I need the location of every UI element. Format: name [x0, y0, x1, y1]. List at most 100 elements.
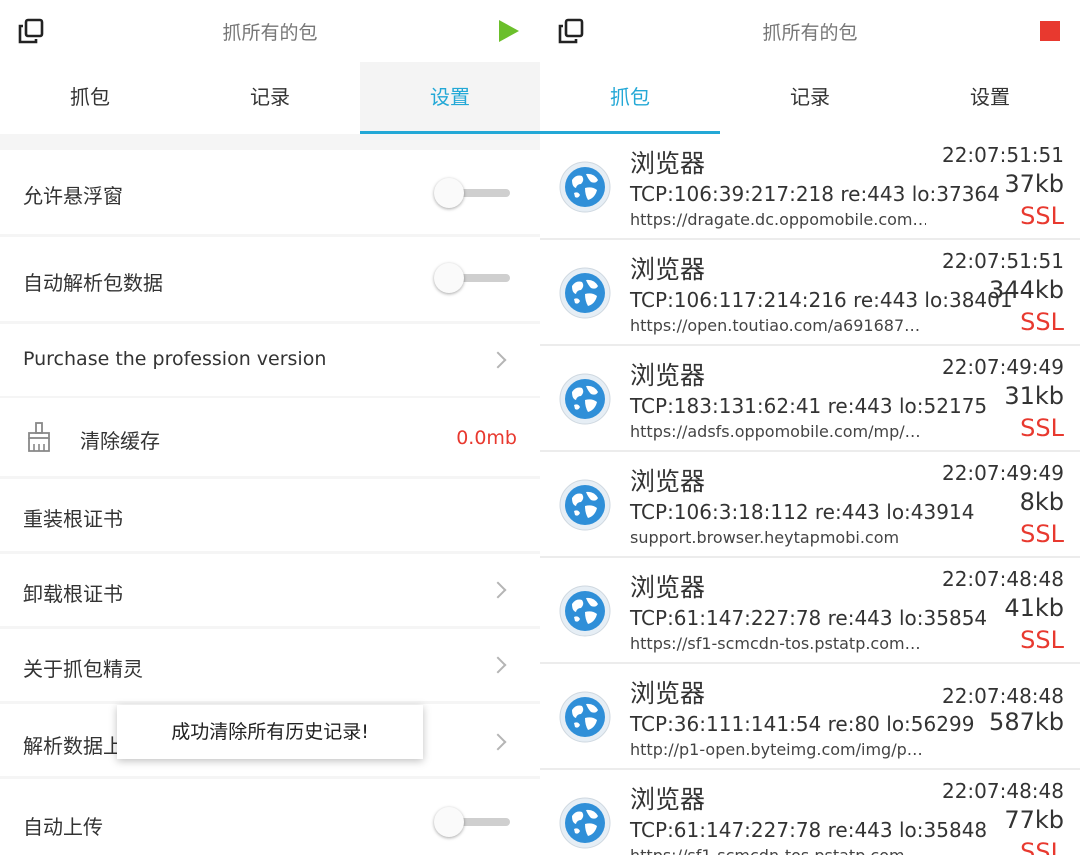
setting-purchase[interactable]: Purchase the profession version	[0, 324, 540, 396]
browser-globe-icon	[559, 585, 611, 637]
packet-time: 22:07:51:51	[941, 143, 1064, 167]
packet-connection: TCP:61:147:227:78 re:443 lo:35848	[630, 818, 988, 842]
packet-item[interactable]: 浏览器 TCP:61:147:227:78 re:443 lo:35848 http…	[540, 770, 1080, 855]
packet-url: https://adsfs.oppomobile.com/mp/…	[630, 422, 921, 441]
browser-globe-icon	[559, 373, 611, 425]
packet-protocol: SSL	[1020, 308, 1064, 336]
packet-size: 41kb	[1004, 594, 1064, 622]
tab-settings[interactable]: 设置	[900, 62, 1080, 134]
packet-size: 587kb	[989, 708, 1064, 736]
packet-size: 8kb	[1019, 488, 1064, 516]
capture-panel: 抓所有的包 抓包 记录 设置 浏览器 TCP:106:39:217:218 re:…	[540, 0, 1080, 855]
packet-url: https://sf1-scmcdn-tos.pstatp.com	[630, 846, 926, 855]
browser-globe-icon	[559, 797, 611, 849]
packet-url: https://sf1-scmcdn-tos.pstatp.com…	[630, 634, 921, 653]
packet-connection: TCP:36:111:141:54 re:80 lo:56299	[630, 712, 975, 736]
cache-size: 0.0mb	[456, 427, 517, 449]
top-bar: 抓所有的包	[540, 0, 1080, 62]
chevron-right-icon	[489, 656, 507, 674]
packet-time: 22:07:48:48	[941, 779, 1064, 803]
chevron-right-icon	[489, 581, 507, 599]
float-window-toggle[interactable]	[434, 178, 510, 208]
setting-label: Purchase the profession version	[23, 348, 327, 370]
packet-size: 37kb	[1004, 170, 1064, 198]
tab-records[interactable]: 记录	[720, 62, 900, 134]
tab-records[interactable]: 记录	[180, 62, 360, 134]
tab-settings[interactable]: 设置	[360, 62, 540, 134]
packet-item[interactable]: 浏览器 TCP:183:131:62:41 re:443 lo:52175 http…	[540, 346, 1080, 452]
toggle-knob	[434, 263, 464, 293]
setting-label: 卸载根证书	[23, 582, 123, 606]
packet-app-name: 浏览器	[630, 467, 706, 496]
tab-bar: 抓包 记录 设置	[0, 62, 540, 134]
setting-label: 关于抓包精灵	[23, 657, 143, 681]
packet-connection: TCP:183:131:62:41 re:443 lo:52175	[630, 394, 988, 418]
packet-time: 22:07:51:51	[941, 249, 1064, 273]
tab-capture[interactable]: 抓包	[540, 62, 720, 134]
setting-clear-cache[interactable]: 清除缓存 0.0mb	[0, 398, 540, 476]
packet-protocol: SSL	[1020, 520, 1064, 548]
toggle-knob	[434, 807, 464, 837]
packet-item[interactable]: 浏览器 TCP:106:3:18:112 re:443 lo:43914 suppo…	[540, 452, 1080, 558]
packet-item[interactable]: 浏览器 TCP:61:147:227:78 re:443 lo:35854 http…	[540, 558, 1080, 664]
browser-globe-icon	[559, 161, 611, 213]
packet-item[interactable]: 浏览器 TCP:36:111:141:54 re:80 lo:56299 http:…	[540, 664, 1080, 770]
toggle-knob	[434, 178, 464, 208]
packet-size: 77kb	[1004, 806, 1064, 834]
setting-uninstall-cert[interactable]: 卸载根证书	[0, 554, 540, 626]
packet-url: https://dragate.dc.oppomobile.com…	[630, 210, 926, 229]
packet-time: 22:07:48:48	[941, 567, 1064, 591]
chevron-right-icon	[489, 351, 507, 369]
setting-label: 自动上传	[23, 815, 103, 839]
packet-time: 22:07:49:49	[941, 355, 1064, 379]
packet-protocol: SSL	[1020, 838, 1064, 855]
packet-time: 22:07:48:48	[941, 684, 1064, 708]
stop-capture-icon[interactable]	[1040, 21, 1060, 41]
setting-label: 允许悬浮窗	[23, 184, 123, 208]
packet-connection: TCP:61:147:227:78 re:443 lo:35854	[630, 606, 988, 630]
toast-message: 成功清除所有历史记录!	[117, 705, 423, 759]
browser-globe-icon	[559, 267, 611, 319]
tab-capture[interactable]: 抓包	[0, 62, 180, 134]
packet-app-name: 浏览器	[630, 149, 706, 178]
app-title: 抓所有的包	[762, 22, 858, 44]
packet-app-name: 浏览器	[630, 785, 706, 814]
chevron-right-icon	[489, 733, 507, 751]
setting-label: 解析数据上	[23, 734, 123, 758]
packet-app-name: 浏览器	[630, 679, 706, 708]
packet-item[interactable]: 浏览器 TCP:106:39:217:218 re:443 lo:37364 htt…	[540, 134, 1080, 240]
auto-parse-toggle[interactable]	[434, 263, 510, 293]
packet-time: 22:07:49:49	[941, 461, 1064, 485]
packet-protocol: SSL	[1020, 414, 1064, 442]
packet-app-name: 浏览器	[630, 255, 706, 284]
auto-upload-toggle[interactable]	[434, 807, 510, 837]
packet-size: 344kb	[989, 276, 1064, 304]
app-title: 抓所有的包	[222, 22, 318, 44]
packet-protocol: SSL	[1020, 202, 1064, 230]
browser-globe-icon	[559, 691, 611, 743]
setting-label: 自动解析包数据	[23, 271, 163, 295]
packet-url: support.browser.heytapmobi.com	[630, 528, 900, 547]
setting-float-window[interactable]: 允许悬浮窗	[0, 150, 540, 234]
packet-connection: TCP:106:39:217:218 re:443 lo:37364	[630, 182, 1000, 206]
broom-icon	[28, 422, 50, 452]
settings-panel: 抓所有的包 抓包 记录 设置 允许悬浮窗 自动解析包数据 Purchase th…	[0, 0, 540, 855]
packet-app-name: 浏览器	[630, 361, 706, 390]
packet-item[interactable]: 浏览器 TCP:106:117:214:216 re:443 lo:38401 ht…	[540, 240, 1080, 346]
tab-bar: 抓包 记录 设置	[540, 62, 1080, 134]
setting-label: 重装根证书	[23, 507, 123, 531]
packet-url: http://p1-open.byteimg.com/img/p…	[630, 740, 923, 759]
start-capture-icon[interactable]	[498, 19, 520, 43]
packet-connection: TCP:106:117:214:216 re:443 lo:38401	[630, 288, 1013, 312]
packet-size: 31kb	[1004, 382, 1064, 410]
setting-label: 清除缓存	[80, 429, 160, 453]
packet-app-name: 浏览器	[630, 573, 706, 602]
browser-globe-icon	[559, 479, 611, 531]
top-bar: 抓所有的包	[0, 0, 540, 62]
setting-about[interactable]: 关于抓包精灵	[0, 629, 540, 701]
setting-auto-parse[interactable]: 自动解析包数据	[0, 237, 540, 321]
setting-auto-upload[interactable]: 自动上传	[0, 779, 540, 855]
setting-reinstall-cert[interactable]: 重装根证书	[0, 479, 540, 551]
packet-url: https://open.toutiao.com/a691687…	[630, 316, 921, 335]
packet-protocol: SSL	[1020, 626, 1064, 654]
